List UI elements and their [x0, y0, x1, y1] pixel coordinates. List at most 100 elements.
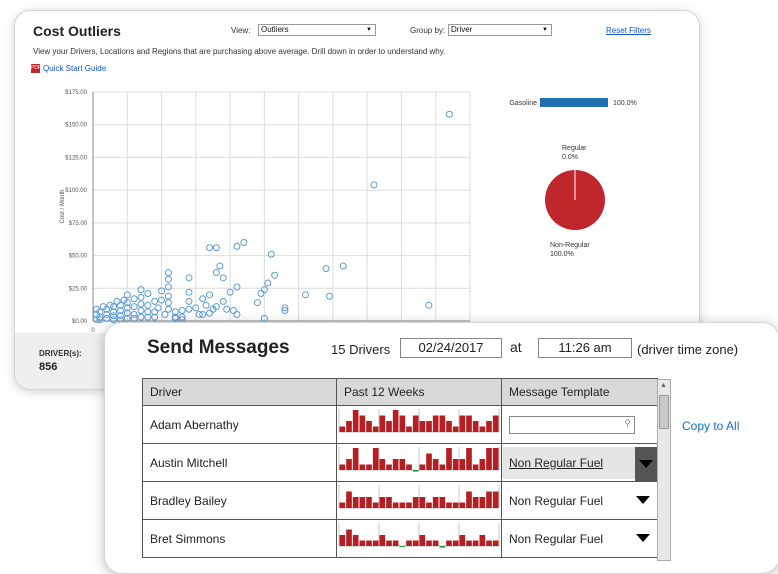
- data-point: [206, 244, 214, 252]
- sparkline-bar: [492, 540, 499, 546]
- y-axis-label: Cost / Month: [60, 189, 66, 223]
- sparkline-bar: [479, 459, 486, 470]
- table-scrollbar[interactable]: ▲: [657, 379, 671, 561]
- sparkline-bar: [359, 415, 366, 432]
- driver-name: Adam Abernathy: [142, 405, 337, 444]
- sparkline-bar: [366, 497, 372, 508]
- bar-category-label: Gasoline: [509, 100, 537, 107]
- sparkline-bar: [426, 453, 432, 470]
- data-point: [130, 303, 138, 311]
- at-label: at: [510, 339, 522, 355]
- sparkline-bar: [492, 448, 499, 470]
- data-point: [271, 271, 279, 279]
- quick-start-guide-link[interactable]: PDF Quick Start Guide: [31, 64, 107, 74]
- sparkline-bar: [379, 415, 386, 432]
- view-select[interactable]: Outliers ▼: [258, 24, 376, 36]
- sparkline-bar: [466, 448, 472, 470]
- description-text: View your Drivers, Locations and Regions…: [33, 47, 446, 56]
- sparkline-bar: [406, 464, 412, 470]
- data-point: [219, 274, 227, 282]
- sparkline-bar: [372, 502, 379, 508]
- drivers-summary: [15, 333, 115, 389]
- copy-to-all-link[interactable]: Copy to All: [682, 419, 739, 433]
- table-header: Driver Past 12 Weeks Message Template: [142, 378, 658, 406]
- data-point: [185, 288, 193, 296]
- reset-filters-link[interactable]: Reset Filters: [606, 26, 651, 35]
- pie-label: Non-Regular: [550, 242, 590, 249]
- template-select-value: Non Regular Fuel: [509, 455, 604, 470]
- drivers-label: DRIVER(s):: [39, 349, 82, 358]
- template-search-input[interactable]: ⚲: [509, 415, 635, 434]
- sparkline-bar: [432, 415, 439, 432]
- sparkline-bar: [386, 421, 392, 432]
- template-cell: Non Regular Fuel: [501, 481, 658, 520]
- group-by-select[interactable]: Driver ▼: [448, 24, 552, 36]
- sparkline-chart: [338, 447, 500, 472]
- sparkline-bar: [412, 415, 419, 432]
- sparkline-bar: [399, 502, 406, 508]
- y-tick-label: $0.00: [72, 319, 88, 325]
- y-tick-label: $25.00: [69, 286, 88, 292]
- data-point: [202, 301, 210, 309]
- sparkline-bar: [359, 464, 366, 470]
- data-point: [178, 307, 186, 315]
- template-select[interactable]: Non Regular Fuel: [509, 494, 650, 508]
- template-select[interactable]: Non Regular Fuel: [509, 532, 650, 546]
- caret-down-icon: [639, 459, 653, 468]
- data-point: [185, 297, 193, 305]
- y-tick-label: $175.00: [65, 90, 87, 96]
- sparkline-bar: [466, 491, 472, 508]
- scrollbar-thumb[interactable]: [659, 395, 669, 429]
- data-point: [137, 307, 145, 315]
- data-point: [137, 293, 145, 301]
- sparkline-bar: [492, 491, 499, 508]
- sparkline-bar: [399, 459, 406, 470]
- sparkline-bar: [479, 426, 486, 432]
- sparkline-bar: [406, 502, 412, 508]
- sparkline-bar: [352, 535, 359, 546]
- column-header-past-12-weeks[interactable]: Past 12 Weeks: [336, 378, 502, 406]
- sparkline-bar: [446, 540, 452, 546]
- table-row: Bret Simmons Non Regular Fuel: [142, 519, 658, 558]
- data-point: [445, 110, 453, 118]
- sparkline-bar: [406, 426, 412, 432]
- quick-start-guide-label: Quick Start Guide: [43, 64, 107, 73]
- sparkline-bar: [439, 464, 446, 470]
- data-point: [164, 275, 172, 283]
- sparkline-bar: [492, 415, 499, 432]
- column-header-message-template[interactable]: Message Template: [501, 378, 658, 406]
- sparkline-bar: [412, 470, 419, 472]
- column-header-driver[interactable]: Driver: [142, 378, 337, 406]
- sparkline-bar: [372, 426, 379, 432]
- data-point: [206, 291, 214, 299]
- time-input[interactable]: 11:26 am: [538, 338, 632, 358]
- view-select-value: Outliers: [261, 25, 289, 34]
- sparkline-chart: [338, 523, 500, 548]
- sparkline-bar: [459, 459, 466, 470]
- y-tick-label: $125.00: [65, 155, 87, 161]
- cost-outliers-title: Cost Outliers: [33, 23, 121, 39]
- fuel-type-bar: Gasoline 100.0%: [509, 98, 637, 107]
- sparkline-bar: [392, 502, 399, 508]
- data-point: [301, 291, 309, 299]
- y-tick-label: $50.00: [69, 254, 88, 260]
- data-point: [233, 242, 241, 250]
- drivers-table: Driver Past 12 Weeks Message Template Ad…: [142, 378, 658, 558]
- data-point: [233, 310, 241, 318]
- data-point: [216, 262, 224, 270]
- dropdown-button[interactable]: [635, 446, 657, 481]
- scroll-up-icon[interactable]: ▲: [660, 382, 667, 389]
- driver-name: Austin Mitchell: [142, 443, 337, 482]
- sparkline-bar: [439, 415, 446, 432]
- template-select[interactable]: Non Regular Fuel: [502, 446, 657, 481]
- data-point: [254, 299, 262, 307]
- data-point: [185, 274, 193, 282]
- data-point: [144, 290, 152, 298]
- sparkline-cell: [336, 519, 502, 558]
- pie-value-label: 0.0%: [562, 154, 578, 161]
- driver-name: Bradley Bailey: [142, 481, 337, 520]
- sparkline-bar: [459, 535, 466, 546]
- date-input[interactable]: 02/24/2017: [400, 338, 502, 358]
- sparkline-bar: [339, 464, 346, 470]
- sparkline-bar: [432, 540, 439, 546]
